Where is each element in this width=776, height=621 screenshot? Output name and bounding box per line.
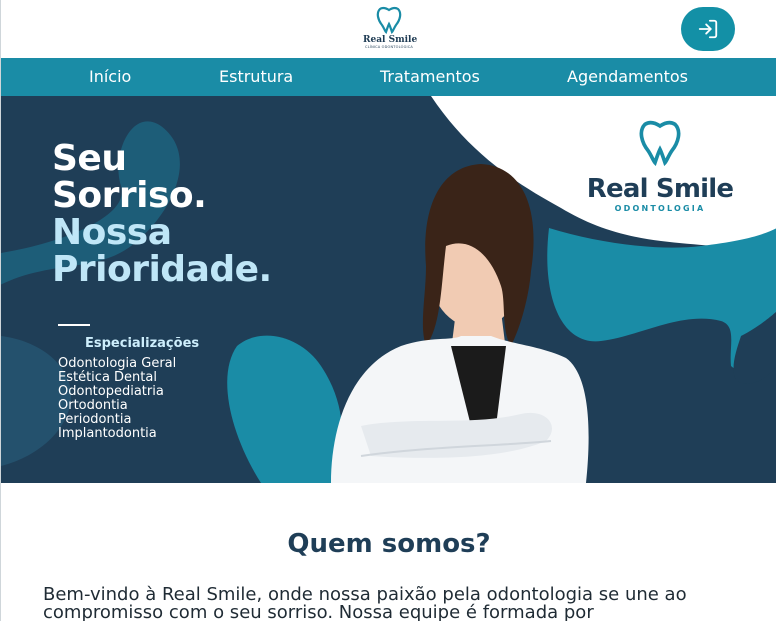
about-section: Quem somos? Bem-vindo à Real Smile, onde… [1,483,776,621]
headline-line-3: Nossa [52,212,172,253]
nav-item-estrutura[interactable]: Estrutura [219,58,293,96]
list-item: Periodontia [58,412,132,427]
site-logo[interactable]: Real Smile CLÍNICA ODONTOLÓGICA [363,4,418,56]
headline-line-4: Prioridade. [52,249,272,290]
specializations-list: Odontologia Geral Estética Dental Odonto… [58,357,176,441]
login-icon [698,19,718,39]
logo-subtitle: CLÍNICA ODONTOLÓGICA [365,45,413,49]
headline-line-1: Seu [52,138,127,179]
hero-headline: Seu Sorriso. Nossa Prioridade. [52,140,272,288]
list-item: Odontopediatria [58,384,164,399]
logo-name: Real Smile [363,35,418,45]
hero-brand-logo: Real Smile ODONTOLOGIA [585,116,735,213]
list-item: Ortodontia [58,398,128,413]
main-nav: Início Estrutura Tratamentos Agendamento… [1,58,776,96]
nav-item-agendamentos[interactable]: Agendamentos [567,58,688,96]
tooth-icon [639,120,681,167]
list-item: Implantodontia [58,426,157,441]
specializations-title: Especializações [85,336,200,351]
login-button[interactable] [681,7,735,51]
divider [58,324,90,326]
hero-brand-tagline: ODONTOLOGIA [614,204,706,213]
tooth-icon [376,6,402,34]
hero-brand-name: Real Smile [586,174,734,204]
list-item: Odontologia Geral [58,356,177,371]
list-item: Estética Dental [58,370,157,385]
about-text: Bem-vindo à Real Smile, onde nossa paixã… [43,584,687,621]
headline-line-2: Sorriso. [52,175,207,216]
about-title: Quem somos? [287,529,491,559]
nav-item-inicio[interactable]: Início [89,58,131,96]
nav-item-tratamentos[interactable]: Tratamentos [380,58,480,96]
top-bar: Real Smile CLÍNICA ODONTOLÓGICA [1,0,776,58]
hero-banner: Seu Sorriso. Nossa Prioridade. Especiali… [1,96,776,483]
